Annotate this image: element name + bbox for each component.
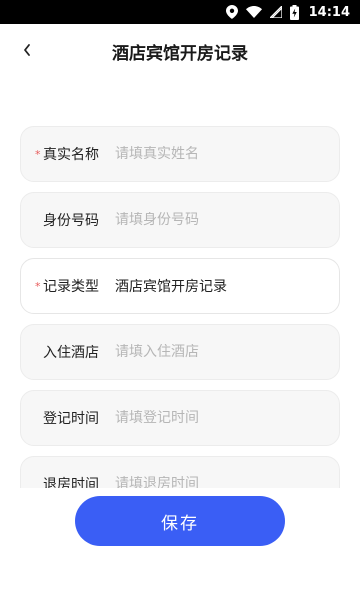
real-name-input[interactable] [115,146,325,162]
required-mark: * [35,148,41,161]
field-id-number[interactable]: 身份号码 [20,192,340,248]
chevron-left-icon [22,42,32,61]
field-label: 退房时间 [43,477,99,488]
page-title: 酒店宾馆开房记录 [112,43,248,64]
field-checkin-time[interactable]: 登记时间 [20,390,340,446]
checkin-time-input[interactable] [115,410,325,426]
record-type-value[interactable]: 酒店宾馆开房记录 [115,276,227,296]
status-bar: 14:14 [0,0,360,24]
field-label: 登记时间 [43,411,99,427]
field-label: 记录类型 [43,279,99,295]
field-label: 入住酒店 [43,345,99,361]
field-label: 真实名称 [43,147,99,163]
location-icon [225,5,238,19]
form-scroll-area[interactable]: * 真实名称 身份号码 * 记录类型 酒店宾馆开房记录 入住酒店 登记时间 退房… [0,126,360,488]
hotel-input[interactable] [115,344,325,360]
battery-charging-icon [289,4,299,20]
id-number-input[interactable] [115,212,325,228]
back-button[interactable] [12,36,42,66]
field-label: 身份号码 [43,213,99,229]
status-time: 14:14 [308,4,350,20]
save-button[interactable]: 保存 [75,496,285,546]
signal-icon [269,6,282,18]
required-mark: * [35,280,41,293]
field-record-type[interactable]: * 记录类型 酒店宾馆开房记录 [20,258,340,314]
field-real-name[interactable]: * 真实名称 [20,126,340,182]
nav-bar: 酒店宾馆开房记录 [0,24,360,78]
wifi-icon [245,6,262,18]
checkout-time-input[interactable] [115,476,325,488]
field-hotel[interactable]: 入住酒店 [20,324,340,380]
field-checkout-time[interactable]: 退房时间 [20,456,340,488]
